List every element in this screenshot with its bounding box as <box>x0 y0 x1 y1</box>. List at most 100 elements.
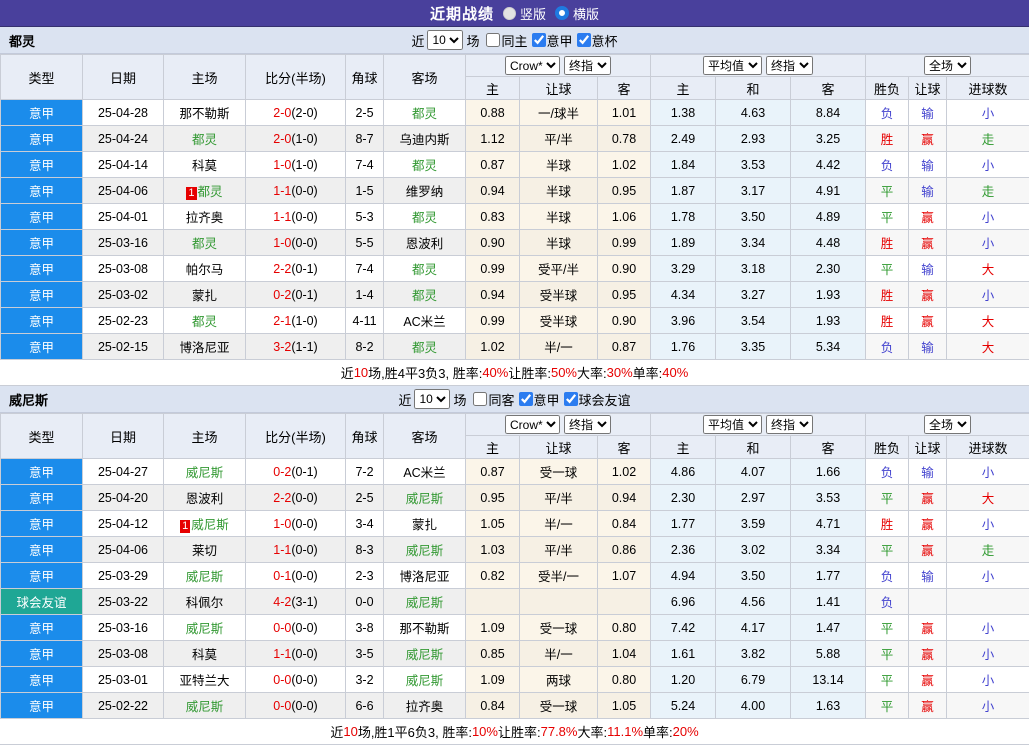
horizontal-radio-label[interactable]: 横版 <box>573 4 599 23</box>
avg-home: 4.86 <box>651 459 716 485</box>
result-label: 小 <box>982 700 995 714</box>
result-wdl: 平 <box>866 641 909 667</box>
avg-away: 3.53 <box>791 485 866 511</box>
team-label: 乌迪内斯 <box>399 133 449 147</box>
match-count-select[interactable]: 10 <box>427 30 463 50</box>
match-type-badge: 意甲 <box>1 334 83 360</box>
corner-cell: 3-2 <box>346 667 384 693</box>
col-avg-away: 客 <box>791 436 866 459</box>
match-date: 25-04-24 <box>83 126 164 152</box>
layout-radio-horizontal[interactable]: 横版 <box>555 4 599 23</box>
fulltime-score: 2-2 <box>273 491 291 505</box>
result-label: 走 <box>982 544 995 558</box>
filter-checkbox-意甲[interactable]: 意甲 <box>515 390 560 409</box>
corner-cell: 8-7 <box>346 126 384 152</box>
avg-home: 3.29 <box>651 256 716 282</box>
checkbox-同客[interactable] <box>473 392 487 406</box>
checkbox-意甲[interactable] <box>532 33 546 47</box>
team-label: 威尼斯 <box>406 492 444 506</box>
average-select[interactable]: 平均值 <box>703 415 762 434</box>
match-date: 25-02-15 <box>83 334 164 360</box>
summary-segment: 场,胜1平6负3, 胜率: <box>358 722 472 741</box>
final-index-select-1[interactable]: 终指 <box>564 415 611 434</box>
avg-home: 2.36 <box>651 537 716 563</box>
team-label: 拉齐奥 <box>406 700 444 714</box>
halftime-score: (0-0) <box>291 621 317 635</box>
avg-home: 1.84 <box>651 152 716 178</box>
summary-segment: 77.8% <box>541 724 578 739</box>
halftime-score: (0-1) <box>291 262 317 276</box>
summary-segment: 11.1% <box>607 724 643 739</box>
filter-checkbox-同客[interactable]: 同客 <box>469 390 514 409</box>
checkbox-意杯[interactable] <box>577 33 591 47</box>
match-count-select[interactable]: 10 <box>414 389 450 409</box>
result-wdl: 平 <box>866 178 909 204</box>
team-label: 恩波利 <box>406 237 444 251</box>
home-team-cell: 帕尔马 <box>164 256 246 282</box>
team-label: 都灵 <box>198 185 223 199</box>
filter-checkbox-同主[interactable]: 同主 <box>482 31 527 50</box>
fulltime-score: 1-1 <box>273 543 291 557</box>
fulltime-score: 4-2 <box>273 595 291 609</box>
result-goals: 小 <box>947 511 1029 537</box>
team-label: 威尼斯 <box>406 648 444 662</box>
average-select[interactable]: 平均值 <box>703 56 762 75</box>
odds-home: 1.12 <box>466 126 520 152</box>
fulltime-score: 0-0 <box>273 673 291 687</box>
result-goals: 小 <box>947 641 1029 667</box>
games-label: 场 <box>453 390 466 409</box>
team-label: 博洛尼亚 <box>399 570 449 584</box>
scope-dropdown: 全场 <box>866 55 1029 77</box>
final-index-select-2[interactable]: 终指 <box>766 56 813 75</box>
filter-checkbox-意甲[interactable]: 意甲 <box>528 31 573 50</box>
bookmaker-select[interactable]: Crow* <box>505 415 560 434</box>
corner-cell: 8-3 <box>346 537 384 563</box>
summary-segment: 40% <box>662 365 688 380</box>
checkbox-同主[interactable] <box>486 33 500 47</box>
away-team-cell: 威尼斯 <box>384 537 466 563</box>
result-goals: 小 <box>947 459 1029 485</box>
home-team-cell: 威尼斯 <box>164 563 246 589</box>
filter-checkbox-球会友谊[interactable]: 球会友谊 <box>560 390 631 409</box>
checkbox-球会友谊[interactable] <box>564 392 578 406</box>
match-row: 意甲25-04-24都灵2-0(1-0)8-7乌迪内斯1.12平/半0.782.… <box>1 126 1029 152</box>
corner-cell: 2-3 <box>346 563 384 589</box>
away-team-cell: 博洛尼亚 <box>384 563 466 589</box>
home-team-cell: 1威尼斯 <box>164 511 246 537</box>
result-label: 赢 <box>921 237 934 251</box>
score-cell: 2-1(1-0) <box>246 308 346 334</box>
match-type-badge: 意甲 <box>1 204 83 230</box>
match-date: 25-04-20 <box>83 485 164 511</box>
fulltime-score: 1-0 <box>273 158 291 172</box>
summary-segment: 让胜率: <box>508 363 551 382</box>
avg-away: 1.41 <box>791 589 866 615</box>
scope-select[interactable]: 全场 <box>924 56 971 75</box>
corner-cell: 2-5 <box>346 485 384 511</box>
result-label: 平 <box>881 492 894 506</box>
summary-segment: 大率: <box>577 722 607 741</box>
result-label: 赢 <box>921 700 934 714</box>
final-index-select-2[interactable]: 终指 <box>766 415 813 434</box>
odds-away: 0.84 <box>598 511 651 537</box>
col-avg-draw: 和 <box>716 436 791 459</box>
odds-handicap: 半球 <box>520 152 598 178</box>
final-index-select-1[interactable]: 终指 <box>564 56 611 75</box>
vertical-radio-label[interactable]: 竖版 <box>520 4 546 23</box>
result-wdl: 胜 <box>866 126 909 152</box>
result-label: 小 <box>982 289 995 303</box>
team-label: AC米兰 <box>403 466 445 480</box>
scope-select[interactable]: 全场 <box>924 415 971 434</box>
corner-cell: 1-4 <box>346 282 384 308</box>
col-odds-home: 主 <box>466 77 520 100</box>
checkbox-意甲[interactable] <box>519 392 533 406</box>
filter-checkbox-意杯[interactable]: 意杯 <box>573 31 618 50</box>
score-cell: 1-1(0-0) <box>246 178 346 204</box>
vertical-radio-icon[interactable] <box>503 7 516 20</box>
odds-away: 0.86 <box>598 537 651 563</box>
match-date: 25-04-06 <box>83 178 164 204</box>
horizontal-radio-icon[interactable] <box>555 6 569 20</box>
match-date: 25-04-27 <box>83 459 164 485</box>
odds-handicap: 受一球 <box>520 459 598 485</box>
bookmaker-select[interactable]: Crow* <box>505 56 560 75</box>
layout-radio-vertical[interactable]: 竖版 <box>503 4 546 23</box>
